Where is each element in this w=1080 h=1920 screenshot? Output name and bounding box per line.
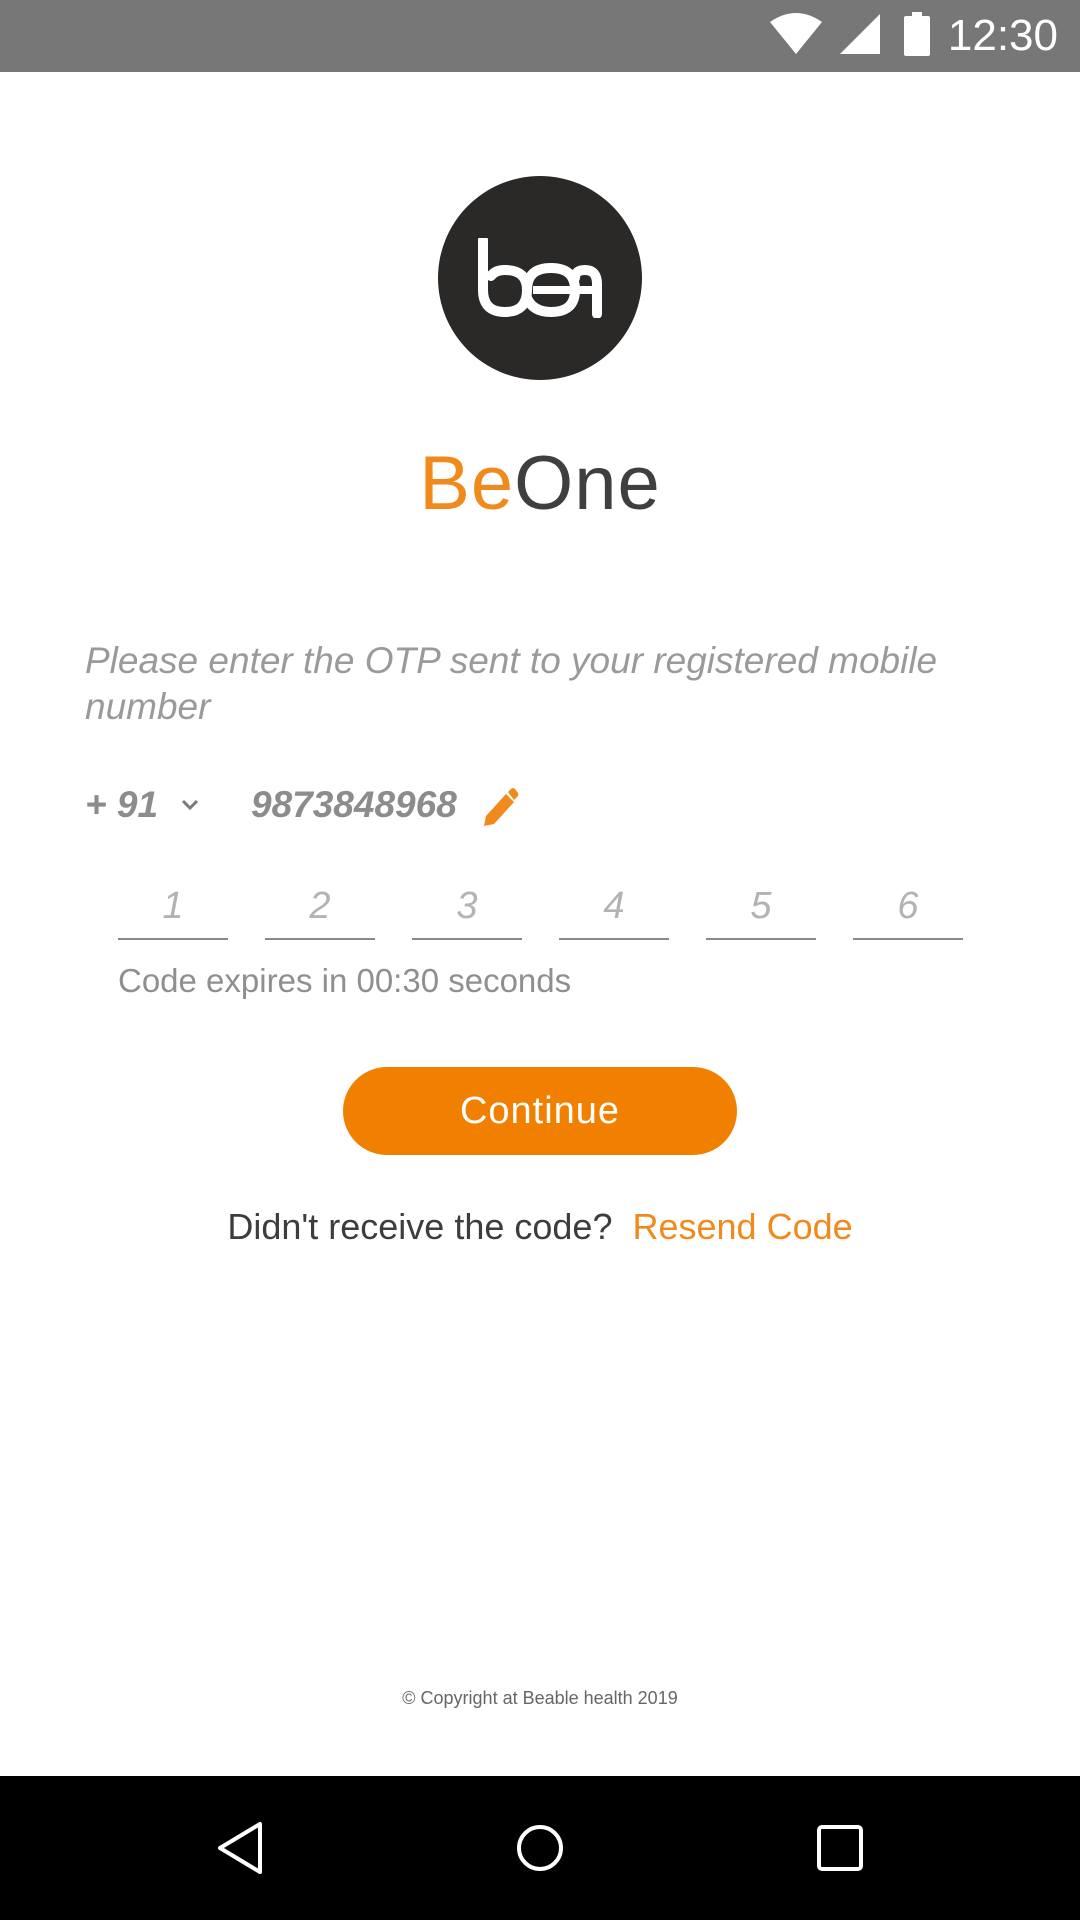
- otp-instruction: Please enter the OTP sent to your regist…: [85, 640, 938, 727]
- status-icons: 12:30: [768, 0, 1080, 72]
- beone-logo-icon: [438, 176, 642, 380]
- brand-name: BeOne: [0, 440, 1080, 527]
- otp-digit-6[interactable]: [853, 874, 963, 940]
- battery-icon: [903, 11, 930, 61]
- home-icon[interactable]: [508, 1816, 572, 1880]
- otp-digit-3[interactable]: [412, 874, 522, 940]
- country-code-select[interactable]: + 91: [85, 784, 158, 826]
- pencil-icon[interactable]: [480, 786, 520, 833]
- resend-code-link[interactable]: Resend Code: [632, 1206, 852, 1247]
- phone-row: + 91 9873848968: [85, 784, 985, 836]
- wifi-icon: [768, 12, 824, 61]
- copyright-text: © Copyright at Beable health 2019: [402, 1688, 678, 1708]
- otp-digit-5[interactable]: [706, 874, 816, 940]
- phone-number: 9873848968: [251, 784, 457, 825]
- brand-name-part2: One: [514, 441, 661, 526]
- otp-inputs: [118, 874, 963, 940]
- resend-row: Didn't receive the code? Resend Code: [0, 1206, 1080, 1248]
- otp-digit-1[interactable]: [118, 874, 228, 940]
- otp-digit-4[interactable]: [559, 874, 669, 940]
- chevron-down-icon[interactable]: [179, 794, 201, 821]
- status-bar: 12:30: [0, 0, 1080, 72]
- code-expiry-text: Code expires in 00:30 seconds: [118, 962, 572, 999]
- brand-name-part1: Be: [419, 441, 515, 526]
- resend-question: Didn't receive the code?: [227, 1206, 613, 1247]
- recents-icon[interactable]: [808, 1816, 872, 1880]
- navigation-bar: [0, 1776, 1080, 1920]
- status-time: 12:30: [947, 11, 1058, 60]
- continue-button[interactable]: Continue: [343, 1067, 737, 1155]
- otp-digit-2[interactable]: [265, 874, 375, 940]
- cell-signal-icon: [838, 12, 882, 61]
- back-icon[interactable]: [208, 1816, 272, 1880]
